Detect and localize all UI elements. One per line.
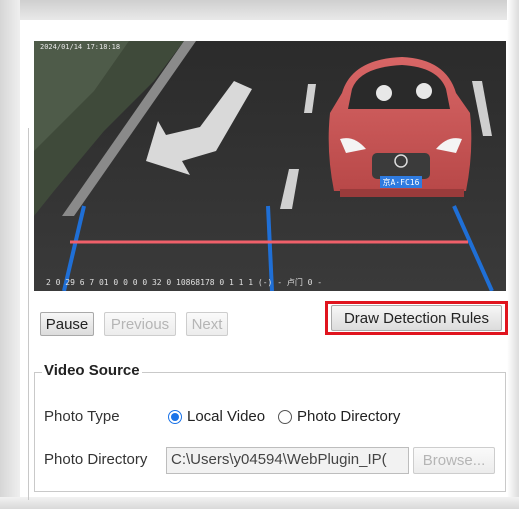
- window-bottom-shade: [0, 497, 519, 509]
- window-top-shade: [0, 0, 519, 20]
- photo-directory-label: Photo Directory: [44, 451, 148, 468]
- panel-divider: [28, 128, 29, 500]
- pause-button[interactable]: Pause: [40, 312, 94, 336]
- photo-directory-radio[interactable]: [278, 410, 292, 424]
- previous-button[interactable]: Previous: [104, 312, 176, 336]
- photo-directory-input[interactable]: C:\Users\y04594\WebPlugin_IP(: [166, 447, 409, 474]
- local-video-radio[interactable]: [168, 410, 182, 424]
- browse-button[interactable]: Browse...: [413, 447, 495, 474]
- photo-directory-option-label[interactable]: Photo Directory: [297, 408, 400, 425]
- local-video-label[interactable]: Local Video: [187, 408, 265, 425]
- video-frame: 京A·FC16: [34, 41, 506, 291]
- window-left-shade: [0, 0, 20, 509]
- draw-detection-rules-button[interactable]: Draw Detection Rules: [331, 305, 502, 331]
- window-right-shade: [507, 0, 519, 509]
- video-source-group: [34, 372, 506, 492]
- photo-type-label: Photo Type: [44, 408, 120, 425]
- video-preview[interactable]: 京A·FC16 2024/01/14 17:18:18 2 0 29 6 7 0…: [34, 41, 506, 291]
- license-plate: 京A·FC16: [383, 177, 420, 187]
- video-osd-info: 2 0 29 6 7 01 0 0 0 0 32 0 10868178 0 1 …: [46, 278, 323, 287]
- video-source-legend: Video Source: [42, 362, 142, 379]
- video-timestamp: 2024/01/14 17:18:18: [40, 43, 121, 51]
- next-button[interactable]: Next: [186, 312, 228, 336]
